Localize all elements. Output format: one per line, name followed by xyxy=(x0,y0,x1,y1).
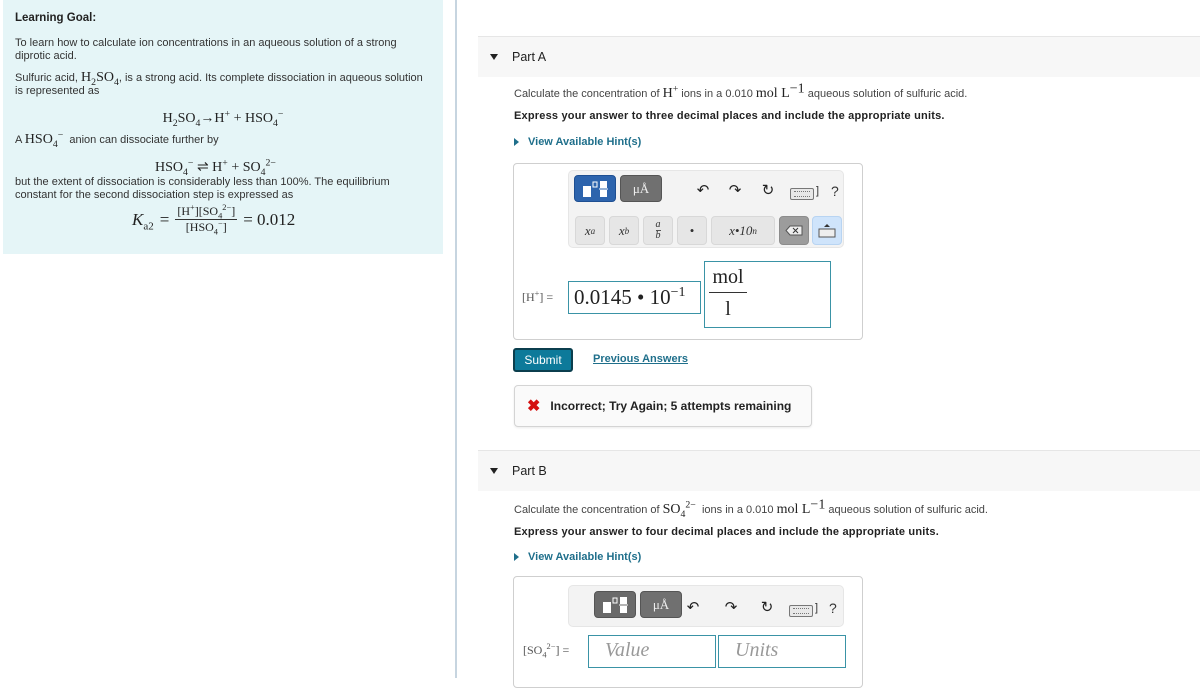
learning-goal-intro: To learn how to calculate ion concentrat… xyxy=(15,37,397,62)
part-a-header[interactable]: Part A xyxy=(478,36,1200,77)
part-b-label: Part B xyxy=(512,464,547,478)
submit-button[interactable]: Submit xyxy=(513,348,573,372)
ka-numerator: [H+][SO42−] xyxy=(175,203,238,221)
part-a-value-input[interactable]: 0.0145 • 10−1 xyxy=(568,281,701,314)
part-b-value-input[interactable]: Value xyxy=(588,635,716,668)
ka-symbol: Ka2 xyxy=(132,209,154,232)
part-b-instruction: Express your answer to four decimal plac… xyxy=(514,526,939,538)
formula-hso4: HSO4− xyxy=(24,129,64,150)
templates-icon xyxy=(603,596,628,613)
part-b-question: Calculate the concentration of SO42− ion… xyxy=(514,497,988,520)
help-icon[interactable]: ? xyxy=(831,183,839,199)
templates-button[interactable] xyxy=(574,175,616,202)
learning-goal-paragraph-2: Sulfuric acid, H2SO4, is a strong acid. … xyxy=(15,70,423,98)
incorrect-x-icon: ✖ xyxy=(527,398,541,415)
units-denominator: l xyxy=(725,298,731,320)
redo-icon[interactable]: ↷ xyxy=(722,598,740,616)
keyboard-shortcuts-icon[interactable] xyxy=(790,188,814,200)
dot-key[interactable]: • xyxy=(677,216,707,245)
part-a-units-input[interactable]: mol l xyxy=(704,261,831,328)
keyboard-shortcuts-icon[interactable] xyxy=(789,605,813,617)
expand-triangle-icon xyxy=(514,553,519,561)
ka-expression: Ka2 = [H+][SO42−] [HSO4−] = 0.012 xyxy=(132,203,296,237)
equation-complete-dissociation: H2SO4→H+ + HSO4− xyxy=(162,108,284,129)
keyboard-icon xyxy=(818,223,836,237)
formula-h2so4: H2SO4 xyxy=(81,70,119,88)
expand-triangle-icon xyxy=(514,138,519,146)
part-a-hint-toggle[interactable]: View Available Hint(s) xyxy=(514,136,641,148)
units-button[interactable]: μÅ xyxy=(640,591,682,618)
units-button[interactable]: μÅ xyxy=(620,175,662,202)
part-b-units-input[interactable]: Units xyxy=(718,635,846,668)
undo-icon[interactable]: ↶ xyxy=(684,598,702,616)
bracket-icon: ] xyxy=(816,185,820,197)
part-a-answer-label: [H+] = xyxy=(522,289,554,304)
scientific-notation-key[interactable]: x•10 n xyxy=(711,216,775,245)
feedback-message: Incorrect; Try Again; 5 attempts remaini… xyxy=(550,399,792,413)
templates-button[interactable] xyxy=(594,591,636,618)
feedback-incorrect: ✖ Incorrect; Try Again; 5 attempts remai… xyxy=(514,385,812,427)
reset-icon[interactable]: ↻ xyxy=(759,181,777,199)
units-numerator: mol xyxy=(709,266,747,293)
part-a-question: Calculate the concentration of H+ ions i… xyxy=(514,81,968,101)
redo-icon[interactable]: ↷ xyxy=(726,181,744,199)
undo-icon[interactable]: ↶ xyxy=(694,181,712,199)
part-b-answer-label: [SO42−] = xyxy=(523,642,570,660)
backspace-icon xyxy=(785,225,803,236)
ka-fraction: [H+][SO42−] [HSO4−] xyxy=(175,203,238,237)
reset-icon[interactable]: ↻ xyxy=(758,598,776,616)
learning-goal-paragraph-3: A HSO4− anion can dissociate further by xyxy=(15,129,219,150)
ka-value: = 0.012 xyxy=(243,209,296,229)
part-b-hint-toggle[interactable]: View Available Hint(s) xyxy=(514,551,641,563)
learning-goal-title: Learning Goal: xyxy=(15,12,97,24)
collapse-triangle-icon xyxy=(490,468,498,474)
fraction-key[interactable]: ab xyxy=(643,216,673,245)
part-a-instruction: Express your answer to three decimal pla… xyxy=(514,110,945,122)
part-b-header[interactable]: Part B xyxy=(478,450,1200,491)
subscript-key[interactable]: xb xyxy=(609,216,639,245)
learning-goal-paragraph-4: but the extent of dissociation is consid… xyxy=(15,176,390,201)
templates-icon xyxy=(583,180,608,197)
help-icon[interactable]: ? xyxy=(829,600,837,616)
previous-answers-link[interactable]: Previous Answers xyxy=(593,353,688,365)
equation-second-dissociation: HSO4− ⇌ H+ + SO42− xyxy=(155,157,276,178)
superscript-key[interactable]: xa xyxy=(575,216,605,245)
keyboard-toggle-key[interactable] xyxy=(812,216,842,245)
collapse-triangle-icon xyxy=(490,54,498,60)
part-a-label: Part A xyxy=(512,50,547,64)
panel-divider xyxy=(455,0,457,678)
ka-denominator: [HSO4−] xyxy=(185,219,227,237)
backspace-key[interactable] xyxy=(779,216,809,245)
bracket-icon: ] xyxy=(815,602,819,614)
